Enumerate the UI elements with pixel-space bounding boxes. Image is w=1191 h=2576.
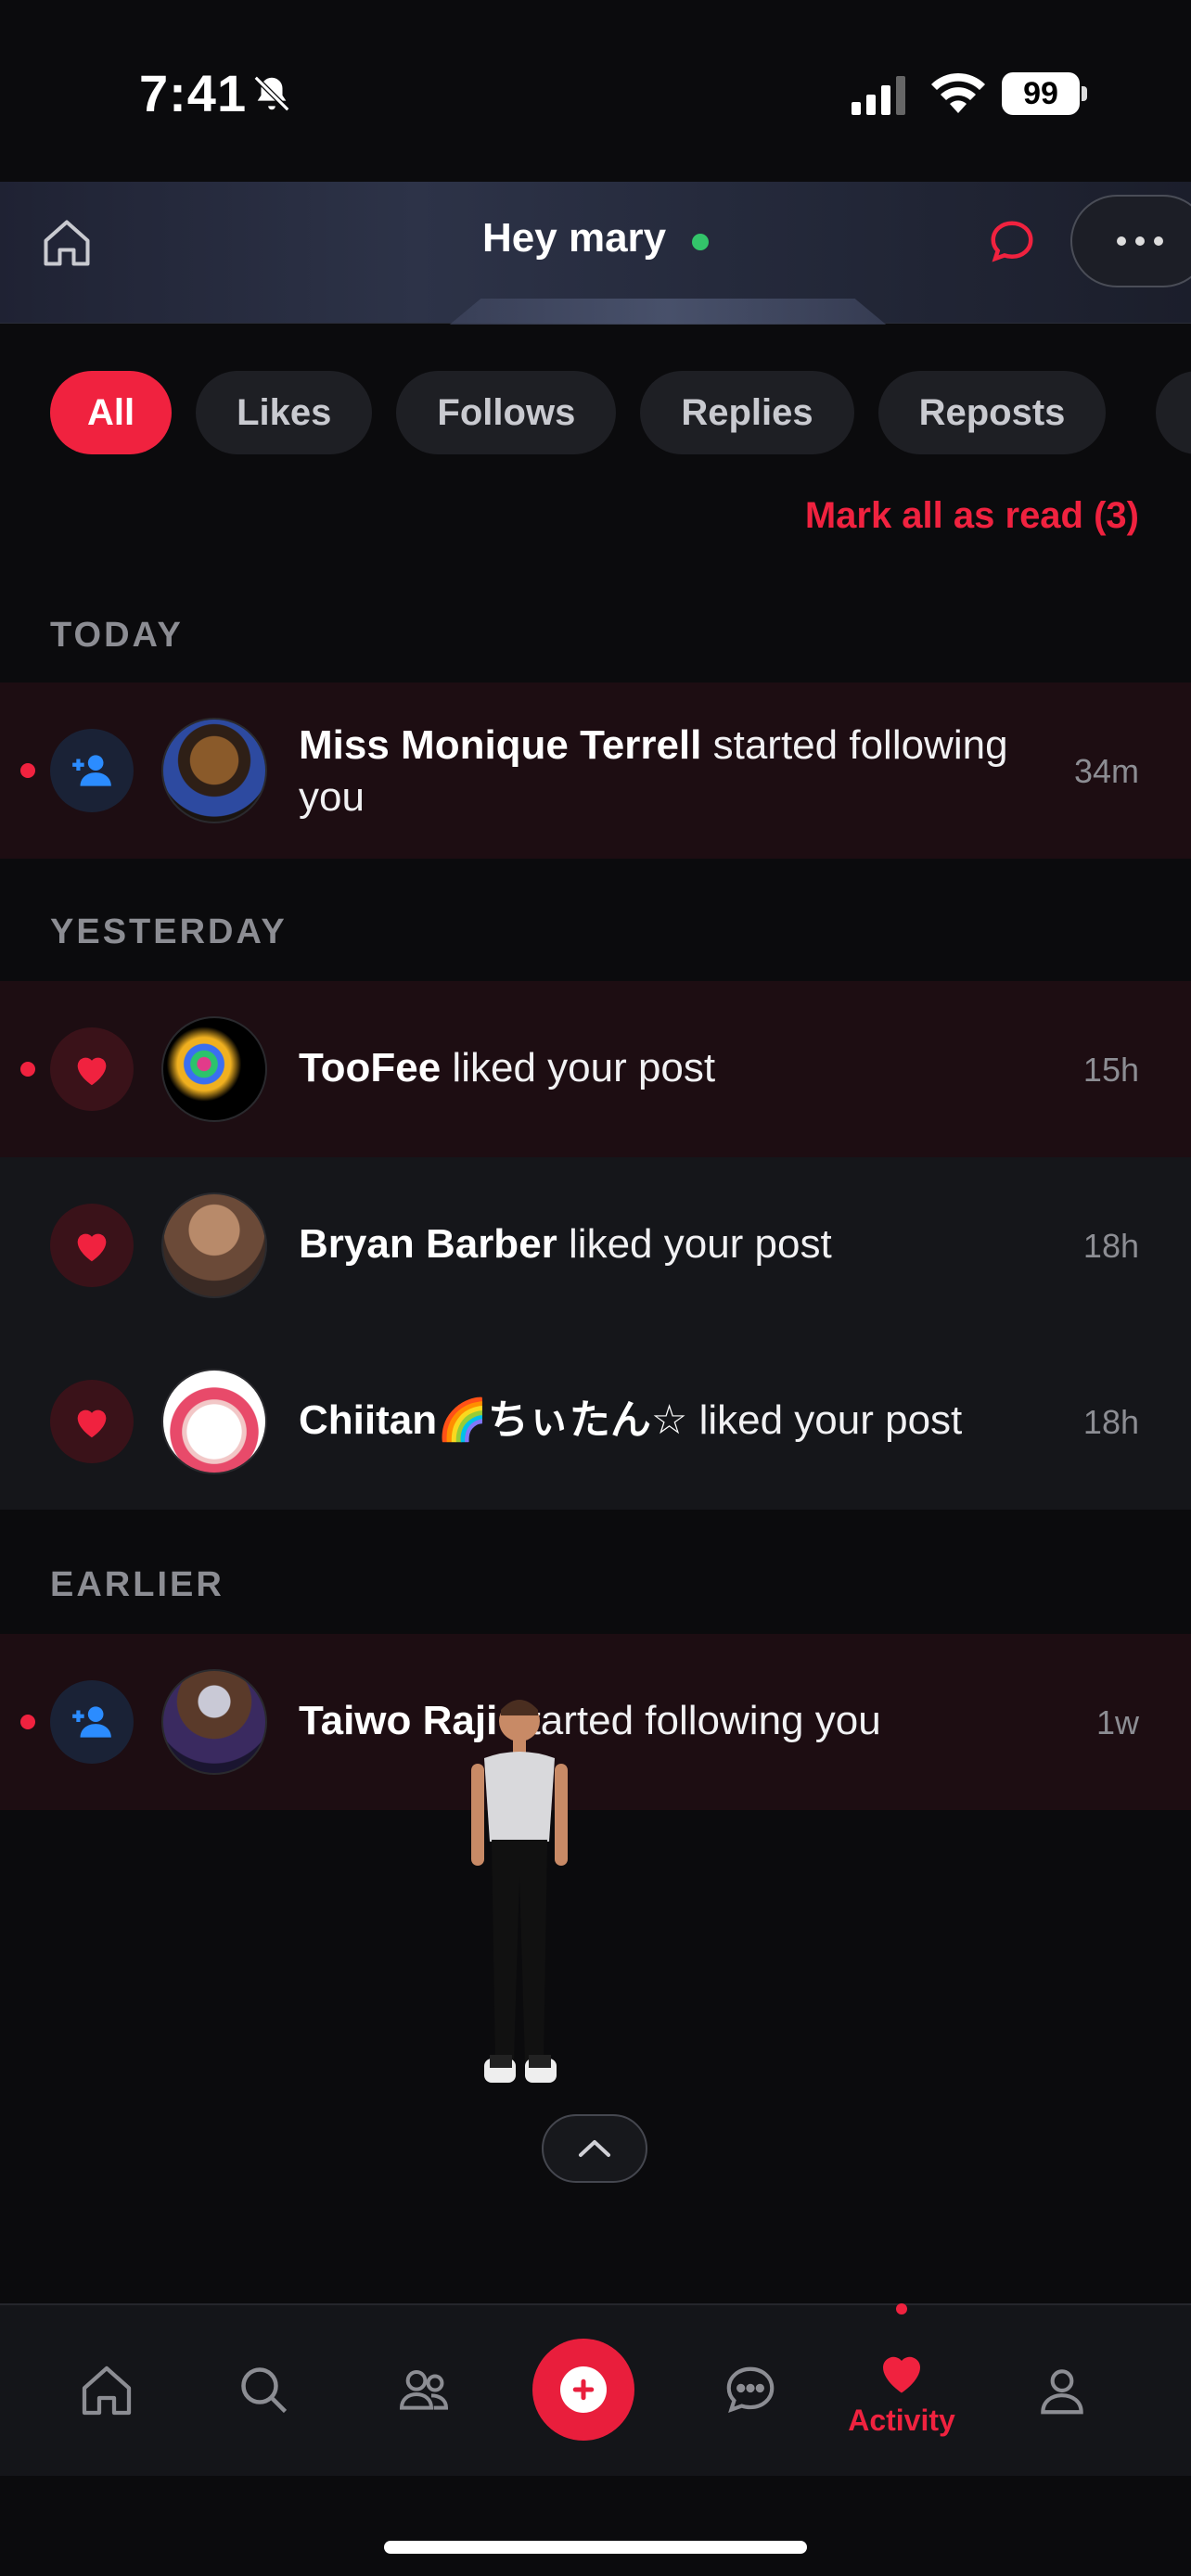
tab-likes[interactable]: Likes [196, 371, 373, 454]
activity-unread-dot [896, 2303, 907, 2315]
tab-all[interactable]: All [50, 371, 173, 454]
heart-icon [883, 2356, 920, 2392]
section-earlier: EARLIER [50, 1565, 224, 1604]
tab-replies[interactable]: Replies [640, 371, 854, 454]
nav-profile[interactable] [1020, 2305, 1104, 2476]
tab-overflow[interactable] [1156, 371, 1191, 454]
notification-row[interactable]: Chiitan🌈ちぃたん☆ liked your post 18h [0, 1333, 1191, 1510]
profile-icon [1041, 2369, 1083, 2415]
mark-all-read-link[interactable]: Mark all as read (3) [805, 495, 1139, 537]
notification-action: liked your post [452, 1045, 716, 1090]
notification-time: 18h [1082, 1227, 1139, 1265]
home-icon[interactable] [39, 215, 95, 271]
people-icon [399, 2370, 449, 2410]
notification-time: 1w [1095, 1703, 1139, 1741]
follow-icon [50, 729, 134, 812]
wifi-icon [931, 72, 985, 113]
chat-bubble-icon [726, 2366, 775, 2414]
chevron-up-icon [579, 2140, 610, 2157]
user-name[interactable]: TooFee [299, 1045, 441, 1090]
tab-follows[interactable]: Follows [396, 371, 617, 454]
notification-time: 18h [1082, 1403, 1139, 1441]
filter-tabs: All Likes Follows Replies Reposts [50, 371, 1107, 454]
unread-indicator [20, 1062, 35, 1077]
nav-activity[interactable]: Activity [837, 2305, 967, 2476]
notification-text: Chiitan🌈ちぃたん☆ liked your post [299, 1395, 962, 1447]
notification-row[interactable]: Miss Monique Terrell started following y… [0, 682, 1191, 859]
cellular-signal-icon [852, 76, 905, 115]
like-icon [50, 1380, 134, 1463]
status-time: 7:41 [139, 64, 248, 122]
section-today: TODAY [50, 616, 184, 655]
notification-text: Bryan Barber liked your post [299, 1218, 832, 1270]
page-title: Hey mary [482, 215, 667, 261]
unread-indicator [20, 763, 35, 778]
nav-activity-label: Activity [848, 2403, 955, 2437]
dot [1135, 236, 1145, 246]
more-options-button[interactable] [1070, 195, 1191, 287]
tab-reposts[interactable]: Reposts [877, 371, 1107, 454]
battery-level: 99 [1002, 72, 1080, 115]
user-name[interactable]: Miss Monique Terrell [299, 722, 701, 768]
plus-icon [560, 2366, 607, 2413]
notification-time: 15h [1082, 1051, 1139, 1089]
home-icon [82, 2366, 132, 2416]
notification-action: liked your post [698, 1397, 963, 1443]
online-status-dot [692, 234, 709, 250]
notification-row[interactable]: TooFee liked your post 15h [0, 981, 1191, 1157]
bell-muted-icon [253, 75, 290, 112]
avatar[interactable] [161, 718, 267, 823]
notification-text: TooFee liked your post [299, 1042, 715, 1094]
like-icon [50, 1027, 134, 1111]
dot [1117, 236, 1126, 246]
notification-row[interactable]: Bryan Barber liked your post 18h [0, 1157, 1191, 1333]
unread-indicator [20, 1715, 35, 1729]
nav-messages[interactable] [709, 2305, 792, 2476]
user-name[interactable]: Chiitan🌈ちぃたん☆ [299, 1397, 687, 1443]
section-yesterday: YESTERDAY [50, 912, 288, 951]
dot [1154, 236, 1163, 246]
avatar[interactable] [161, 1016, 267, 1122]
nav-people[interactable] [382, 2305, 466, 2476]
battery-nub [1082, 86, 1087, 101]
avatar[interactable] [161, 1192, 267, 1298]
notification-time: 34m [1073, 752, 1139, 790]
avatar[interactable] [161, 1369, 267, 1474]
scroll-up-button[interactable] [542, 2114, 647, 2183]
nav-home[interactable] [65, 2305, 148, 2476]
notification-action: liked your post [569, 1221, 832, 1267]
follow-icon [50, 1680, 134, 1764]
chat-bubble-icon[interactable] [987, 217, 1037, 267]
like-icon [50, 1204, 134, 1287]
header-decoration [449, 299, 887, 325]
home-indicator [384, 2541, 807, 2554]
nav-search[interactable] [223, 2305, 306, 2476]
avatar-character-figure[interactable] [436, 1684, 603, 2129]
avatar[interactable] [161, 1669, 267, 1775]
create-post-button[interactable] [532, 2339, 634, 2441]
notification-text: Miss Monique Terrell started following y… [299, 720, 1059, 823]
search-icon [241, 2367, 288, 2414]
user-name[interactable]: Bryan Barber [299, 1221, 557, 1267]
